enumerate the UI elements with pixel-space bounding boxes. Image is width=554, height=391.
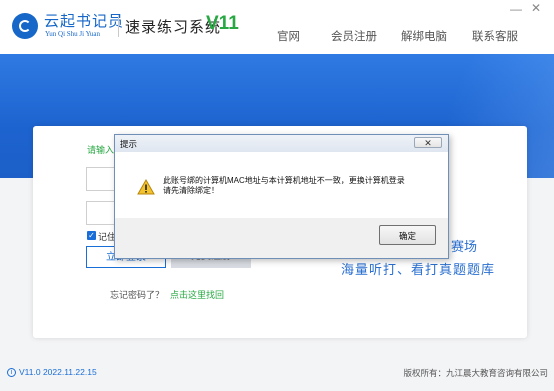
brand-name-pinyin: Yun Qi Shu Ji Yuan (45, 30, 100, 38)
dialog-titlebar: 提示 ✕ (115, 135, 448, 152)
login-hint: 请输入 (87, 145, 115, 155)
dialog-close-button[interactable]: ✕ (414, 137, 442, 148)
footer-copyright: 版权所有：九江晨大教育咨询有限公司 (403, 368, 548, 378)
dialog-message-line-1: 此账号绑的计算机MAC地址与本计算机地址不一致，更换计算机登录 (163, 176, 405, 185)
footer-version: V11.0 2022.11.22.15 (19, 367, 97, 377)
nav-official-site[interactable]: 官网 (277, 28, 300, 44)
version-info-icon: i (7, 368, 16, 377)
forgot-password-link[interactable]: 点击这里找回 (170, 288, 224, 301)
promo-line-2: 海量听打、看打真题题库 (341, 263, 496, 278)
brand-divider (118, 15, 119, 37)
dialog-ok-button[interactable]: 确定 (379, 225, 436, 245)
nav-member-register[interactable]: 会员注册 (331, 28, 377, 44)
app-version: V11 (206, 13, 239, 34)
promo-line-1: 赛场 (451, 240, 478, 255)
dialog-title: 提示 (120, 139, 138, 149)
logo-icon (12, 13, 38, 39)
remember-checkbox[interactable]: ✓ (87, 231, 96, 240)
dialog-message-line-2: 请先清除绑定！ (163, 186, 219, 195)
warning-icon (137, 179, 155, 195)
nav-unbind-computer[interactable]: 解绑电脑 (401, 28, 447, 44)
dialog-message: 此账号绑的计算机MAC地址与本计算机地址不一致，更换计算机登录 请先清除绑定！ (163, 176, 433, 196)
app-header: 云起书记员 Yun Qi Shu Ji Yuan 速录练习系统 V11 官网 会… (0, 0, 554, 54)
minimize-button[interactable]: — (510, 2, 522, 16)
close-button[interactable]: ✕ (531, 1, 541, 15)
brand-name: 云起书记员 (44, 12, 125, 30)
forgot-password-text: 忘记密码了？ (110, 290, 165, 300)
alert-dialog: 提示 ✕ 此账号绑的计算机MAC地址与本计算机地址不一致，更换计算机登录 请先清… (114, 134, 449, 259)
nav-contact-support[interactable]: 联系客服 (472, 28, 518, 44)
